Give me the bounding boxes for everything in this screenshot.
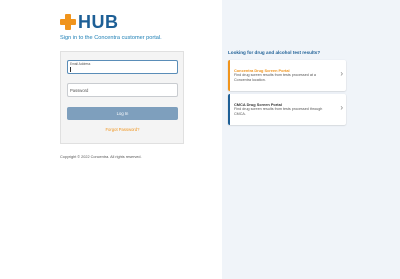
login-panel: HUB Sign in to the Concentra customer po… [0,0,222,279]
forgot-password-link[interactable]: Forgot Password? [67,127,178,132]
password-field[interactable]: Password [67,83,178,97]
card-description: Find drug screen results from tests proc… [234,107,323,116]
copyright-text: Copyright © 2022 Concentra. All rights r… [60,155,142,159]
drug-test-heading: Looking for drug and alcohol test result… [228,50,321,55]
email-label: Email Address [70,62,91,66]
text-caret [70,67,71,72]
page-subtitle: Sign in to the Concentra customer portal… [60,35,162,41]
login-form: Email Address Password Log In Forgot Pas… [60,51,184,144]
card-accent [228,60,230,91]
drug-test-panel [222,0,400,279]
password-placeholder: Password [70,88,89,93]
hub-logo: HUB [60,13,119,31]
chevron-right-icon: › [340,69,343,78]
cmca-drug-screen-card[interactable]: CMCA Drug Screen Portal Find drug screen… [228,94,346,125]
login-button[interactable]: Log In [67,107,178,120]
concentra-drug-screen-card[interactable]: Concentra Drug Screen Portal Find drug s… [228,60,346,91]
chevron-right-icon: › [340,103,343,112]
card-accent [228,94,230,125]
card-description: Find drug screen results from tests proc… [234,73,316,82]
concentra-cross-icon [60,14,76,30]
logo-text: HUB [78,12,119,32]
email-field[interactable]: Email Address [67,60,178,74]
